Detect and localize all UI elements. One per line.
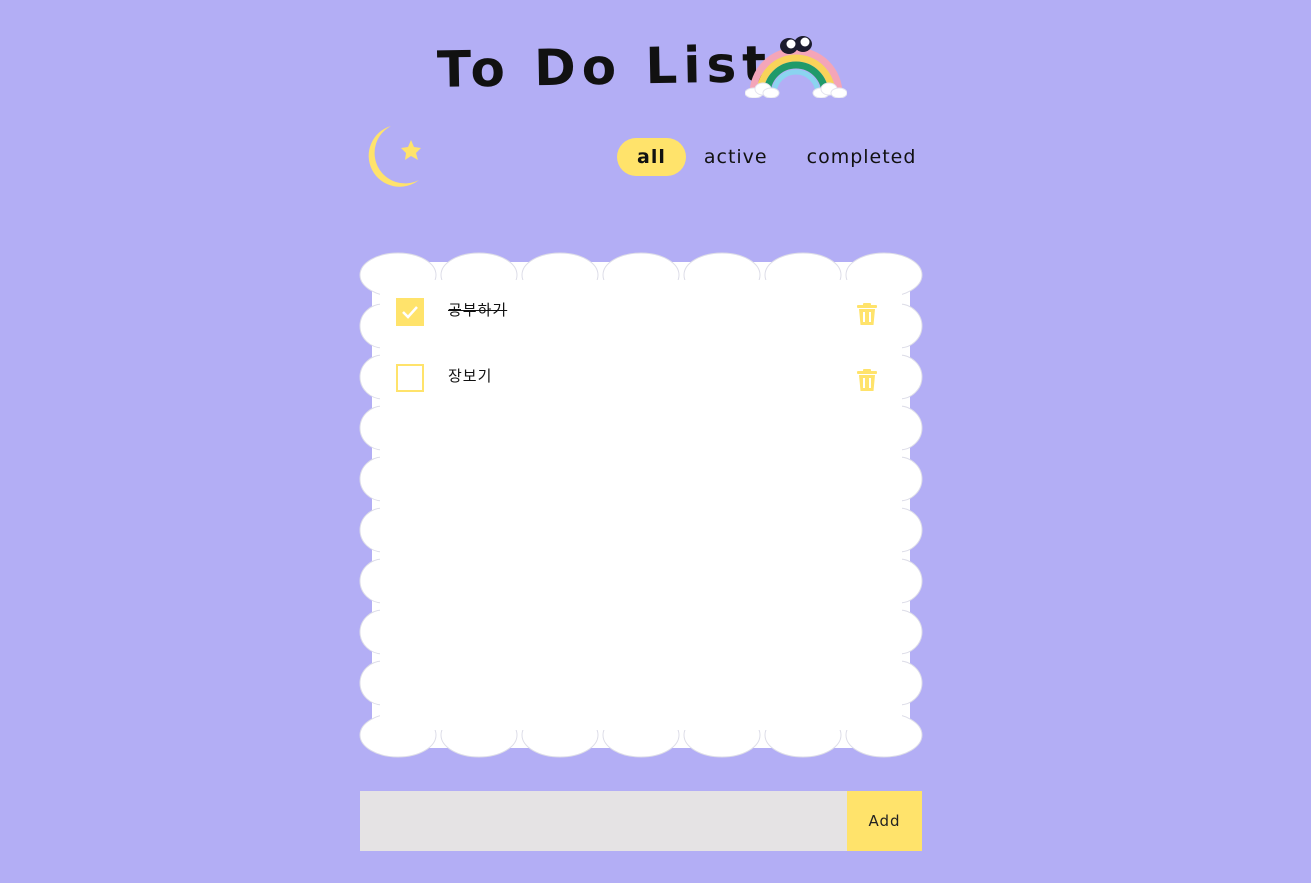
todo-text: 장보기: [448, 367, 493, 385]
todo-list: 공부하기 장보기: [396, 290, 886, 422]
todo-item: 장보기: [396, 356, 886, 422]
todo-item: 공부하기: [396, 290, 886, 356]
filter-all-button[interactable]: all: [617, 138, 686, 176]
new-todo-input[interactable]: [360, 791, 847, 851]
filter-active-button[interactable]: active: [686, 138, 786, 176]
add-button[interactable]: Add: [847, 791, 922, 851]
trash-icon[interactable]: [857, 303, 877, 325]
filter-completed-button[interactable]: completed: [789, 138, 935, 176]
header: To Do List: [0, 28, 1311, 108]
check-icon: [402, 306, 418, 319]
filter-bar: all active completed: [617, 138, 934, 176]
trash-icon[interactable]: [857, 369, 877, 391]
todo-checkbox[interactable]: [396, 298, 424, 326]
todo-text: 공부하기: [448, 301, 508, 319]
todo-checkbox[interactable]: [396, 364, 424, 392]
rainbow-icon: [745, 36, 847, 98]
add-todo-form: Add: [360, 791, 922, 851]
app-title: To Do List: [436, 35, 773, 99]
moon-star-icon[interactable]: [357, 122, 427, 192]
